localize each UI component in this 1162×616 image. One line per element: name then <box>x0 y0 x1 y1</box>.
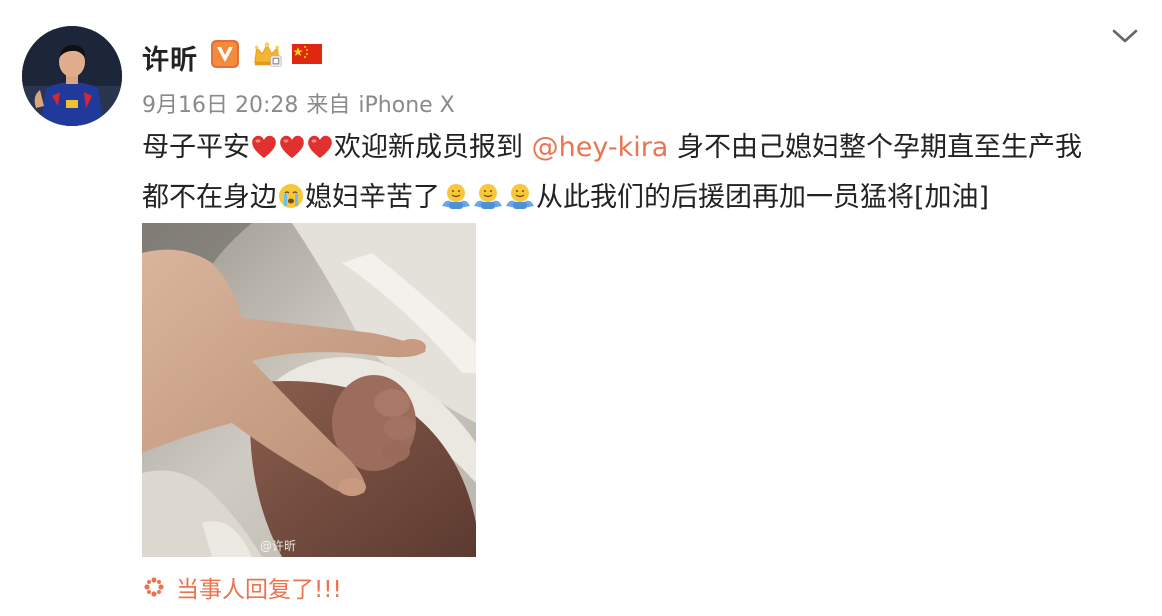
reply-notice-link[interactable]: 当事人回复了!!! <box>142 570 342 604</box>
post-source: iPhone X <box>358 93 455 118</box>
vip-crown-icon[interactable] <box>252 39 282 69</box>
post-meta: 9月16日 20:28 来自 iPhone X <box>142 87 463 119</box>
crying-face-icon <box>277 179 305 225</box>
text-segment: 母子平安 <box>142 132 250 163</box>
post-image[interactable]: @许昕 <box>142 223 476 557</box>
heart-icon <box>306 129 334 175</box>
text-segment: 欢迎新成员报到 <box>334 132 532 163</box>
hug-icon <box>472 179 504 225</box>
post-text: 母子平安 欢迎新成员报到 @hey-kira 身不由己媳妇整个孕期直至生产我 都不… <box>142 125 1142 225</box>
reply-notice-text[interactable]: 当事人回复了!!! <box>176 570 342 604</box>
sparkle-icon <box>142 575 166 599</box>
verified-v-icon[interactable] <box>210 39 240 69</box>
hug-icon <box>504 179 536 225</box>
heart-icon <box>278 129 306 175</box>
weibo-post: 许昕 9月16日 20:28 来自 iPhone X 母子平安 欢迎新成员报到 … <box>0 0 1162 616</box>
chevron-down-icon[interactable] <box>1110 24 1140 48</box>
text-segment: 都不在身边 <box>142 182 277 213</box>
user-name[interactable]: 许昕 <box>142 38 198 77</box>
text-segment: 身不由己媳妇整个孕期直至生产我 <box>668 132 1082 163</box>
heart-icon <box>250 129 278 175</box>
text-segment: 从此我们的后援团再加一员猛将[加油] <box>536 182 990 213</box>
mention-link[interactable]: @hey-kira <box>532 132 669 163</box>
source-prefix: 来自 <box>306 93 351 118</box>
post-time[interactable]: 9月16日 20:28 <box>142 93 298 118</box>
text-segment: 媳妇辛苦了 <box>305 182 440 213</box>
hug-icon <box>440 179 472 225</box>
user-avatar[interactable] <box>22 26 122 126</box>
post-line-2: 都不在身边 媳妇辛苦了 从此我们的后援团再加一员猛将[加油] <box>142 175 1142 225</box>
china-flag-icon <box>292 39 322 69</box>
post-line-1: 母子平安 欢迎新成员报到 @hey-kira 身不由己媳妇整个孕期直至生产我 <box>142 125 1142 175</box>
image-watermark: @许昕 <box>260 539 297 553</box>
